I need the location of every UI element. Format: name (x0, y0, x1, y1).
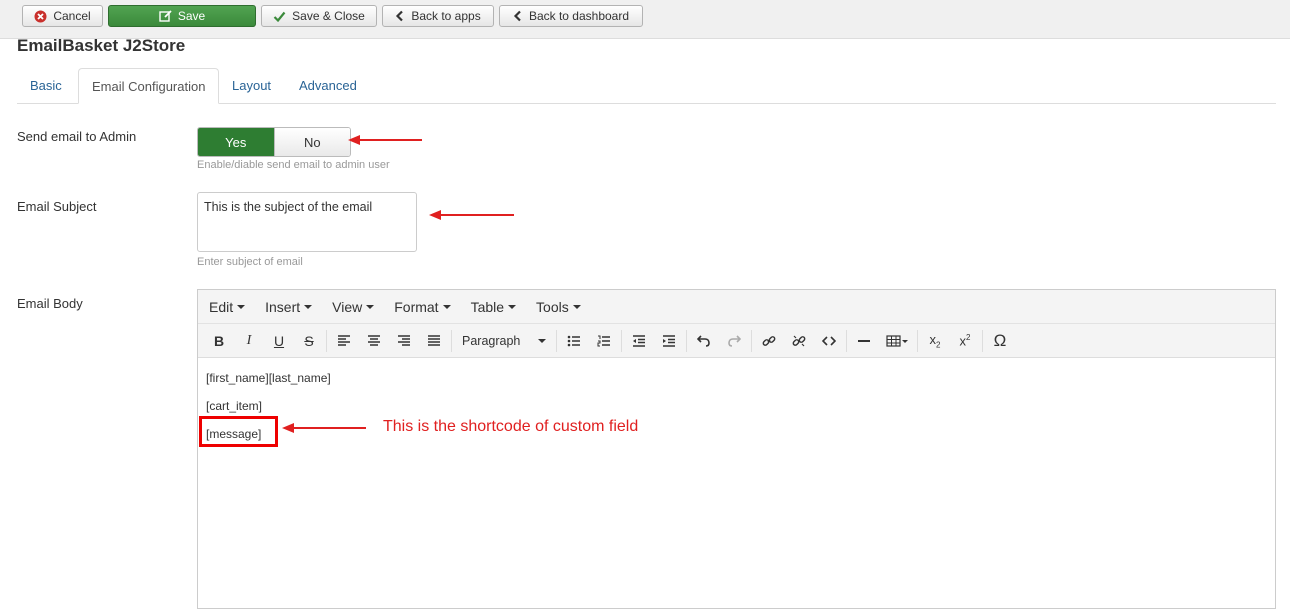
annotation-arrows (282, 135, 514, 433)
arrow-to-toggle (348, 135, 422, 145)
arrow-to-subject (429, 210, 514, 220)
arrow-to-shortcode (282, 423, 366, 433)
